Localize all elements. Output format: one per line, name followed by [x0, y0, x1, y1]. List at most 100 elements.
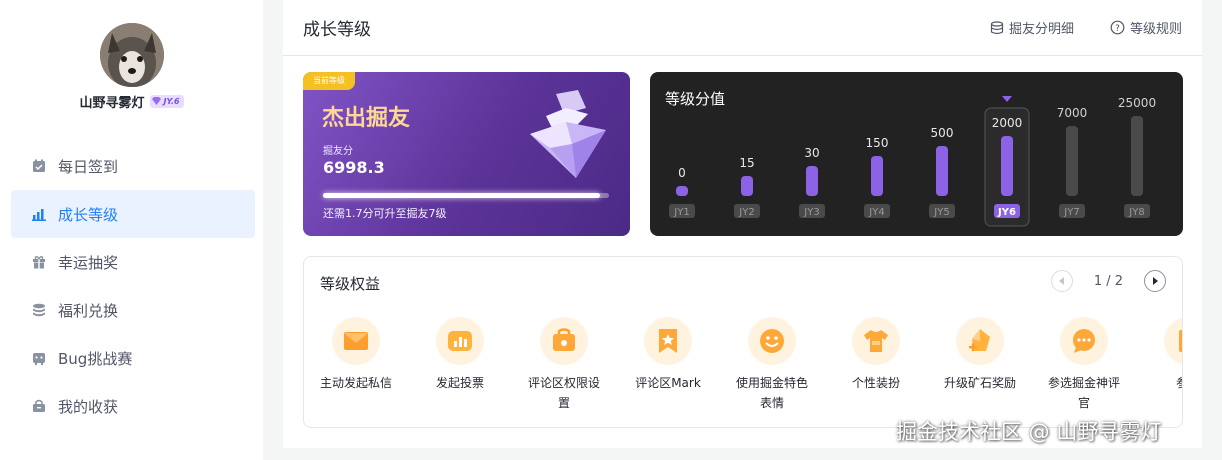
prev-page-button[interactable] [1050, 270, 1073, 292]
level-tag-label: JY8 [1128, 207, 1144, 218]
score-value-label: 25000 [1118, 96, 1156, 110]
score-value-label: 500 [931, 126, 954, 140]
level-tag-label: JY7 [1063, 207, 1079, 218]
benefit-label: 参选掘金神评官 [1047, 376, 1120, 410]
points-detail-label: 掘友分明细 [1008, 22, 1074, 37]
coins-stack-icon [31, 302, 47, 318]
profile-name: 山野寻雾灯 [79, 95, 145, 111]
score-value-label: 2000 [992, 116, 1023, 130]
sidebar-item-label: 每日签到 [58, 157, 119, 176]
level-progress-fill [323, 193, 601, 198]
level-name: 杰出掘友 [322, 106, 411, 131]
benefits-title: 等级权益 [320, 275, 381, 293]
score-value-label: 7000 [1057, 106, 1088, 120]
current-level-marker [1002, 96, 1012, 102]
benefit-item[interactable]: 评论区权限设置 [512, 317, 616, 413]
chat-bubble-icon [1060, 317, 1108, 365]
benefit-label: 评论区权限设置 [527, 376, 600, 410]
bookmark-star-icon [644, 317, 692, 365]
sidebar-item-label: 我的收获 [58, 397, 119, 416]
score-value-label: 15 [739, 156, 754, 170]
level-badge-text: JY.6 [163, 96, 180, 106]
benefit-list: 主动发起私信 发起投票 评论区权限设置 评论区Mark 使用掘金特色表情 个性装… [304, 317, 1182, 413]
level-tag-label: JY5 [933, 207, 949, 218]
coins-stack-icon [990, 20, 1004, 34]
page-title: 成长等级 [303, 20, 371, 40]
level-rules-label: 等级规则 [1129, 22, 1182, 37]
level-progress-bar [323, 193, 609, 198]
ore-plus-icon [956, 317, 1004, 365]
score-bar [936, 146, 948, 196]
sidebar-item-label: Bug挑战赛 [58, 349, 133, 368]
level-score-card: 等级分值 0 JY1 15 JY2 30 JY3 150 JY4 500 JY5 2000 JY6 70… [650, 72, 1183, 236]
smile-face-icon [748, 317, 796, 365]
sidebar-item-lucky-draw[interactable]: 幸运抽奖 [11, 238, 255, 286]
avatar[interactable] [100, 23, 164, 87]
main-header: 成长等级 掘友分明细 ? 等级规则 [283, 0, 1202, 56]
profile-name-row: 山野寻雾灯 JY.6 [0, 92, 263, 111]
progress-hint: 还需1.7分可升至掘友7级 [323, 207, 447, 220]
watermark: 掘金技术社区 @ 山野寻雾灯 [896, 420, 1162, 444]
benefit-label: 发起投票 [435, 376, 484, 390]
benefits-pager: 1 / 2 [1050, 270, 1166, 292]
gift-icon [31, 254, 47, 270]
calendar-check-icon [31, 158, 47, 174]
benefit-item[interactable]: 个性装扮 [824, 317, 928, 413]
score-bar [871, 156, 883, 196]
points-label: 掘友分 [323, 146, 353, 157]
points-detail-link[interactable]: 掘友分明细 [990, 18, 1074, 37]
benefit-label: 升级矿石奖励 [943, 376, 1016, 390]
level-rules-link[interactable]: ? 等级规则 [1110, 18, 1182, 37]
current-level-tag: 当前等级 [303, 72, 355, 90]
page-indicator: 1 / 2 [1093, 273, 1123, 289]
score-bar [676, 186, 688, 196]
tshirt-icon [852, 317, 900, 365]
current-level-card: 当前等级 杰出掘友 掘友分 6998.3 还需1.7分可升至掘友7级 [303, 72, 630, 236]
score-bar [741, 176, 753, 196]
next-page-button[interactable] [1144, 270, 1166, 292]
svg-text:?: ? [1115, 24, 1120, 34]
benefit-label: 参选 [1148, 373, 1182, 393]
level-benefits-card: 等级权益 1 / 2 主动发起私信 发起投票 评论区权限设置 评论区Mark 使… [303, 256, 1183, 428]
bar-chart-icon [31, 206, 47, 222]
sidebar-item-my-harvest[interactable]: 我的收获 [11, 382, 255, 430]
benefit-label: 个性装扮 [851, 376, 900, 390]
score-value-label: 0 [678, 166, 686, 180]
score-value-label: 150 [866, 136, 889, 150]
score-bar [806, 166, 818, 196]
score-bar [1131, 116, 1143, 196]
level-badge: JY.6 [150, 94, 184, 108]
score-bar [1001, 136, 1013, 196]
diamond-icon [152, 97, 162, 105]
bug-icon [31, 350, 47, 366]
benefit-item[interactable]: 主动发起私信 [304, 317, 408, 413]
benefit-item[interactable]: 参选 [1136, 317, 1182, 413]
bag-icon [31, 398, 47, 414]
sidebar-item-welfare-exchange[interactable]: 福利兑换 [11, 286, 255, 334]
sidebar: 山野寻雾灯 JY.6 每日签到 成长等级 幸运抽奖 福利兑换 Bug挑战赛 我的… [0, 0, 263, 460]
benefit-item[interactable]: 发起投票 [408, 317, 512, 413]
score-value-label: 30 [804, 146, 819, 160]
benefit-item[interactable]: 升级矿石奖励 [928, 317, 1032, 413]
sidebar-item-bug-challenge[interactable]: Bug挑战赛 [11, 334, 255, 382]
score-bar [1066, 126, 1078, 196]
benefit-item[interactable]: 使用掘金特色表情 [720, 317, 824, 413]
benefit-item[interactable]: 参选掘金神评官 [1032, 317, 1136, 413]
help-circle-icon: ? [1110, 20, 1125, 35]
sidebar-item-daily-checkin[interactable]: 每日签到 [11, 142, 255, 190]
sidebar-item-label: 成长等级 [58, 205, 119, 224]
level-tag-label: JY6 [997, 207, 1016, 218]
sidebar-item-growth-level[interactable]: 成长等级 [11, 190, 255, 238]
level-tag-label: JY3 [803, 207, 819, 218]
level-tag-label: JY1 [673, 207, 689, 218]
benefit-label: 评论区Mark [635, 376, 701, 390]
sidebar-nav: 每日签到 成长等级 幸运抽奖 福利兑换 Bug挑战赛 我的收获 [11, 142, 255, 430]
sidebar-item-label: 幸运抽奖 [58, 253, 119, 272]
level-score-chart: 0 JY1 15 JY2 30 JY3 150 JY4 500 JY5 2000 JY6 7000 JY7… [669, 96, 1156, 227]
benefit-label: 主动发起私信 [319, 376, 392, 390]
level-tag-label: JY2 [738, 207, 754, 218]
sidebar-item-label: 福利兑换 [58, 301, 119, 320]
main-panel: 成长等级 掘友分明细 ? 等级规则 当前等级 杰出掘友 掘友分 6998.3 还… [283, 0, 1202, 448]
message-envelope-icon [332, 317, 380, 365]
benefit-item[interactable]: 评论区Mark [616, 317, 720, 413]
